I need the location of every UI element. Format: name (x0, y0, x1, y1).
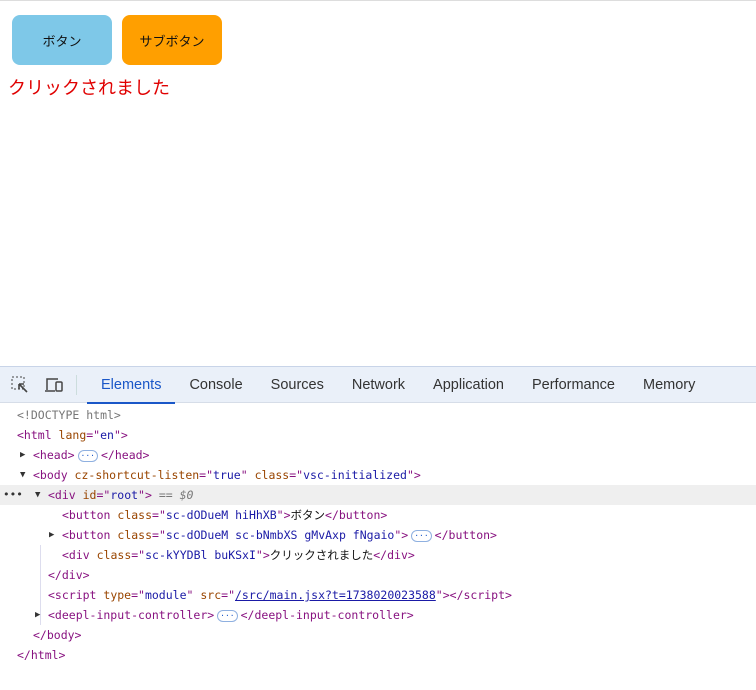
tab-performance[interactable]: Performance (518, 367, 629, 403)
expand-arrow-icon[interactable]: ▶ (49, 525, 54, 545)
dom-node-line[interactable]: <html lang="en"> (0, 425, 756, 445)
code-token: "> (113, 428, 128, 442)
button[interactable]: ボタン (12, 15, 112, 65)
dom-node-line[interactable]: <button class="sc-dODueM hiHhXB">ボタン</bu… (0, 505, 756, 525)
dom-node-line[interactable]: ••• ▼ <div id="root"> == $0 (0, 485, 756, 505)
code-token: true (213, 468, 241, 482)
code-token: sc-dODueM sc-bNmbXS gMvAxp fNgaio (165, 528, 395, 542)
dom-node-line[interactable]: <script type="module" src="/src/main.jsx… (0, 585, 756, 605)
code-token: <!DOCTYPE html> (17, 408, 121, 422)
sub-button[interactable]: サブボタン (122, 15, 222, 65)
code-token: =" (199, 468, 214, 482)
clicked-message: クリックされました (8, 78, 170, 99)
dom-node-line[interactable]: ▶ <button class="sc-dODueM sc-bNmbXS gMvA… (0, 525, 756, 545)
code-token: "></script> (435, 588, 512, 602)
code-token: =" (96, 488, 111, 502)
code-token: class (117, 508, 153, 522)
dom-node-line[interactable]: ▶ <deepl-input-controller> ··· </deepl-inpu… (0, 605, 756, 625)
code-token: "> (406, 468, 421, 482)
code-token: <script (48, 588, 104, 602)
code-token: =" (221, 588, 235, 602)
code-token: " (186, 588, 201, 602)
code-token: vsc-initialized (303, 468, 407, 482)
code-token: </button> (325, 508, 388, 522)
inspect-element-icon[interactable] (10, 375, 30, 395)
code-token: en (100, 428, 114, 442)
code-token: =" (152, 528, 166, 542)
tab-sources[interactable]: Sources (257, 367, 338, 403)
code-token: =" (86, 428, 101, 442)
devtools-tabbar: Elements Console Sources Network Application… (0, 367, 756, 404)
code-token: </deepl-input-controller> (240, 608, 414, 622)
code-token: =" (131, 548, 146, 562)
tab-memory[interactable]: Memory (629, 367, 709, 403)
dom-node-line[interactable]: <!DOCTYPE html> (0, 405, 756, 425)
code-token: ボタン (290, 508, 326, 522)
code-token: sc-dODueM hiHhXB (165, 508, 277, 522)
devtools-panel: Elements Console Sources Network Application… (0, 366, 756, 690)
dom-node-line[interactable]: ▶ <head> ··· </head> (0, 445, 756, 465)
code-token: src (200, 588, 222, 602)
code-token: == $0 (151, 488, 194, 502)
tab-network[interactable]: Network (338, 367, 419, 403)
code-token: <button (62, 528, 118, 542)
code-token: class (117, 528, 153, 542)
code-token: "> (138, 488, 152, 502)
code-token: class (254, 468, 290, 482)
code-token: lang (58, 428, 87, 442)
code-token: "> (276, 508, 291, 522)
tab-console[interactable]: Console (175, 367, 256, 403)
more-options-icon[interactable]: ••• (3, 485, 23, 505)
code-token: <div (48, 488, 83, 502)
code-token: "> (394, 528, 409, 542)
code-token: </html> (17, 648, 66, 662)
code-token: </div> (373, 548, 415, 562)
code-token: module (144, 588, 187, 602)
elements-tree: <!DOCTYPE html> <html lang="en"> ▶ <head> ··… (0, 403, 756, 665)
expand-arrow-icon[interactable]: ▶ (35, 605, 40, 625)
collapse-arrow-icon[interactable]: ▼ (20, 465, 25, 485)
code-token: <body (33, 468, 75, 482)
code-token: <button (62, 508, 118, 522)
code-token: =" (131, 588, 145, 602)
expand-ellipsis-button[interactable]: ··· (77, 449, 98, 462)
dom-node-line[interactable]: </html> (0, 645, 756, 665)
dom-node-line[interactable]: <div class="sc-kYYDBl buKSxI">クリックされました<… (0, 545, 756, 565)
source-link[interactable]: /src/main.jsx?t=1738020023588 (235, 588, 436, 602)
tab-application[interactable]: Application (419, 367, 518, 403)
code-token: <head> (33, 448, 75, 462)
divider (76, 374, 77, 395)
code-token: =" (289, 468, 304, 482)
collapse-arrow-icon[interactable]: ▼ (35, 485, 40, 505)
code-token: cz-shortcut-listen (74, 468, 200, 482)
expand-ellipsis-button[interactable]: ··· (217, 609, 238, 622)
code-token: =" (152, 508, 166, 522)
dom-node-line[interactable]: </div> (0, 565, 756, 585)
device-toolbar-icon[interactable] (44, 375, 64, 395)
code-token: </button> (434, 528, 497, 542)
code-token: <div (62, 548, 97, 562)
code-token: sc-kYYDBl buKSxI (145, 548, 256, 562)
tab-elements[interactable]: Elements (87, 367, 176, 404)
dom-node-line[interactable]: </body> (0, 625, 756, 645)
code-token: class (96, 548, 132, 562)
expand-ellipsis-button[interactable]: ··· (411, 529, 432, 542)
code-token: クリックされました (269, 548, 374, 562)
code-token: root (110, 488, 139, 502)
code-token: </body> (33, 628, 82, 642)
code-token: id (82, 488, 97, 502)
code-token: <html (17, 428, 59, 442)
code-token: type (103, 588, 132, 602)
dom-node-line[interactable]: ▼ <body cz-shortcut-listen="true" class="… (0, 465, 756, 485)
expand-arrow-icon[interactable]: ▶ (20, 445, 25, 465)
code-token: </head> (101, 448, 150, 462)
code-token: "> (255, 548, 270, 562)
code-token: <deepl-input-controller> (48, 608, 215, 622)
code-token: " (240, 468, 255, 482)
code-token: </div> (48, 568, 90, 582)
